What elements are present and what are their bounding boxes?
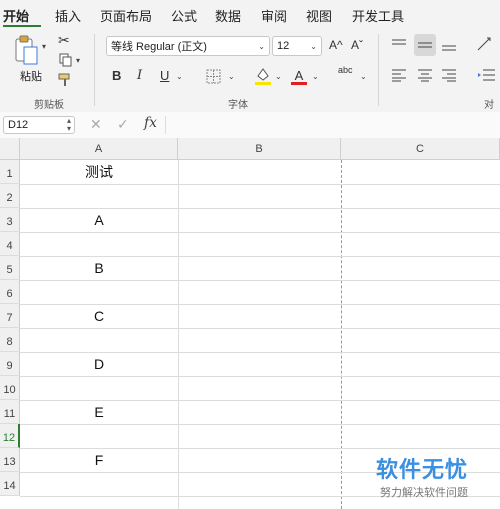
paste-icon[interactable] [12, 34, 40, 68]
tab-page-layout[interactable]: 页面布局 [100, 6, 152, 25]
align-left-icon[interactable] [390, 66, 408, 84]
ribbon: ▾ 粘贴 ✂ ▾ 剪贴板 等线 Regular (正文) ⌄ 12 ⌄ A^ A… [0, 28, 500, 126]
tab-formulas[interactable]: 公式 [171, 6, 197, 25]
divider [165, 116, 166, 134]
text-orientation-icon[interactable] [474, 34, 494, 54]
name-box-value: D12 [8, 119, 29, 131]
indent-icon[interactable] [476, 66, 496, 84]
decrease-font-icon[interactable]: Aˇ [351, 38, 363, 52]
row-header[interactable]: 13 [0, 448, 20, 472]
font-color-dropdown-icon[interactable]: ⌄ [312, 72, 319, 81]
cancel-icon[interactable]: ✕ [90, 116, 102, 133]
chevron-down-icon: ⌄ [258, 42, 265, 51]
row-header[interactable]: 9 [0, 352, 20, 376]
align-middle-icon[interactable] [414, 34, 436, 56]
phonetic-icon[interactable]: abc [338, 65, 353, 75]
row-gridline [20, 232, 500, 233]
font-name-value: 等线 Regular (正文) [111, 41, 207, 53]
format-painter-icon[interactable] [57, 72, 73, 88]
row-gridline [20, 376, 500, 377]
column-header-c[interactable]: C [341, 138, 500, 160]
row-header[interactable]: 1 [0, 160, 20, 184]
row-header[interactable]: 6 [0, 280, 20, 304]
row-gridline [20, 280, 500, 281]
row-header[interactable]: 11 [0, 400, 20, 424]
stepper-icon[interactable]: ▴ ▾ [67, 117, 71, 133]
align-right-icon[interactable] [440, 66, 458, 84]
font-size-select[interactable]: 12 ⌄ [272, 36, 322, 56]
fill-color-dropdown-icon[interactable]: ⌄ [275, 72, 282, 81]
increase-font-icon[interactable]: A^ [329, 38, 343, 52]
paste-dropdown-icon[interactable]: ▾ [42, 42, 46, 51]
row-gridline [20, 424, 500, 425]
tab-data[interactable]: 数据 [215, 6, 241, 25]
column-header-a[interactable]: A [20, 138, 178, 160]
copy-dropdown-icon[interactable]: ▾ [76, 56, 80, 65]
phonetic-dropdown-icon[interactable]: ⌄ [360, 72, 367, 81]
font-size-value: 12 [277, 40, 290, 52]
paste-label[interactable]: 粘贴 [20, 68, 42, 84]
borders-icon[interactable] [205, 68, 221, 84]
row-header[interactable]: 5 [0, 256, 20, 280]
font-color-icon[interactable]: A [291, 66, 307, 86]
ribbon-tab-bar: 开始 插入 页面布局 公式 数据 审阅 视图 开发工具 [0, 0, 500, 28]
tab-developer[interactable]: 开发工具 [352, 6, 404, 25]
row-header-selected[interactable]: 12 [0, 424, 20, 448]
divider [378, 34, 379, 106]
row-header[interactable]: 14 [0, 472, 20, 496]
align-bottom-icon[interactable] [440, 36, 458, 54]
row-gridline [20, 328, 500, 329]
row-header[interactable]: 7 [0, 304, 20, 328]
underline-dropdown-icon[interactable]: ⌄ [176, 72, 183, 81]
align-top-icon[interactable] [390, 36, 408, 54]
confirm-icon[interactable]: ✓ [117, 116, 129, 133]
tab-review[interactable]: 审阅 [261, 6, 287, 25]
row-header[interactable]: 10 [0, 376, 20, 400]
cell-a1[interactable]: 测试 [20, 160, 178, 184]
font-name-select[interactable]: 等线 Regular (正文) ⌄ [106, 36, 270, 56]
name-box[interactable]: D12 ▴ ▾ [3, 116, 75, 134]
cell-a7[interactable]: C [20, 304, 178, 328]
bold-button[interactable]: B [112, 68, 121, 83]
borders-dropdown-icon[interactable]: ⌄ [228, 72, 235, 81]
copy-icon[interactable] [58, 52, 74, 68]
underline-button[interactable]: U [160, 68, 169, 83]
row-header[interactable]: 4 [0, 232, 20, 256]
row-header[interactable]: 2 [0, 184, 20, 208]
cell-a13[interactable]: F [20, 448, 178, 472]
clipboard-group-label: 剪贴板 [34, 100, 64, 111]
cut-icon[interactable]: ✂ [58, 32, 70, 49]
page-break-line [341, 160, 343, 509]
tab-insert[interactable]: 插入 [55, 6, 81, 25]
tab-home[interactable]: 开始 [3, 6, 29, 25]
cell-a9[interactable]: D [20, 352, 178, 376]
row-header[interactable]: 3 [0, 208, 20, 232]
align-center-icon[interactable] [416, 66, 434, 84]
cell-a11[interactable]: E [20, 400, 178, 424]
row-gridline [20, 184, 500, 185]
cell-a5[interactable]: B [20, 256, 178, 280]
insert-function-icon[interactable]: fx [144, 115, 157, 131]
column-header-b[interactable]: B [178, 138, 341, 160]
font-group-label: 字体 [228, 100, 248, 111]
active-tab-indicator [3, 25, 41, 27]
chevron-down-icon: ⌄ [310, 42, 317, 51]
column-gridline [178, 160, 179, 509]
divider [94, 34, 95, 106]
row-header[interactable]: 8 [0, 328, 20, 352]
italic-button[interactable]: I [137, 68, 142, 83]
formula-bar: D12 ▴ ▾ ✕ ✓ fx [0, 112, 500, 139]
watermark-subtitle: 努力解决软件问题 [380, 487, 468, 499]
watermark-logo: 软件无忧 努力解决软件问题 [368, 448, 500, 509]
fill-color-icon[interactable] [254, 66, 272, 86]
watermark-title: 软件无忧 [376, 457, 469, 482]
tab-view[interactable]: 视图 [306, 6, 332, 25]
cell-a3[interactable]: A [20, 208, 178, 232]
select-all-corner[interactable] [0, 138, 20, 160]
